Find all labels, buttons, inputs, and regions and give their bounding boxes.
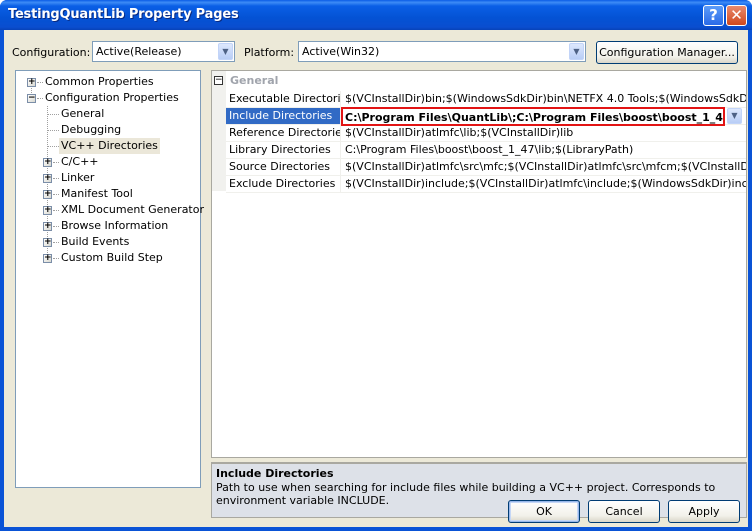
property-value[interactable]: C:\Program Files\boost\boost_1_47\lib;$(… [343,142,746,158]
chevron-down-icon[interactable]: ▼ [218,43,233,60]
configuration-manager-button[interactable]: Configuration Manager... [596,41,738,64]
tree-connector [47,146,59,147]
title-bar[interactable]: TestingQuantLib Property Pages ? ✕ [0,0,752,30]
dialog-client-area: Configuration: Active(Release) ▼ Platfor… [4,30,748,527]
configuration-label: Configuration: [12,46,91,59]
expand-icon[interactable]: + [43,174,52,183]
property-name: Include Directories [226,108,341,124]
chevron-down-icon[interactable]: ▼ [727,108,742,124]
apply-button[interactable]: Apply [668,500,740,523]
expand-icon[interactable]: + [43,206,52,215]
platform-value: Active(Win32) [302,45,380,58]
close-button[interactable]: ✕ [726,5,747,26]
property-pages-dialog: TestingQuantLib Property Pages ? ✕ Confi… [0,0,752,531]
tree-item-label: Configuration Properties [45,91,179,104]
expand-icon[interactable]: + [43,254,52,263]
tree-item-label: C/C++ [61,155,99,168]
property-tree[interactable]: + Common Properties − Configuration Prop… [15,70,204,488]
help-button[interactable]: ? [703,5,724,26]
configuration-value: Active(Release) [96,45,182,58]
property-name: Exclude Directories [226,176,341,192]
property-value[interactable]: $(VCInstallDir)bin;$(WindowsSdkDir)bin\N… [343,91,746,107]
category-label: General [230,74,279,87]
description-panel: Include Directories Path to use when sea… [211,462,747,518]
chevron-down-icon[interactable]: ▼ [569,43,584,60]
tree-item-label: General [61,107,105,120]
property-row-source-directories[interactable]: Source Directories $(VCInstallDir)atlmfc… [226,159,746,176]
property-value[interactable]: $(VCInstallDir)atlmfc\lib;$(VCInstallDir… [343,125,746,141]
expand-icon[interactable]: + [43,222,52,231]
include-directories-input[interactable]: C:\Program Files\QuantLib\;C:\Program Fi… [341,107,725,126]
tree-item-label: Manifest Tool [61,187,133,200]
tree-item-label: Browse Information [61,219,169,232]
description-title: Include Directories [216,467,334,480]
tree-connector [47,130,59,131]
help-icon: ? [709,6,718,24]
property-name: Reference Directories [226,125,341,141]
tree-item-label: Build Events [61,235,130,248]
property-value: C:\Program Files\QuantLib\;C:\Program Fi… [345,111,723,124]
collapse-icon[interactable]: − [214,76,223,85]
platform-select[interactable]: Active(Win32) ▼ [298,41,586,62]
tree-item-label: VC++ Directories [59,138,160,154]
property-value[interactable]: $(VCInstallDir)include;$(VCInstallDir)at… [343,176,746,192]
property-name: Library Directories [226,142,341,158]
property-grid: − General Executable Directories $(VCIns… [211,70,747,458]
tree-item-label: Custom Build Step [61,251,163,264]
property-value[interactable]: $(VCInstallDir)atlmfc\src\mfc;$(VCInstal… [343,159,746,175]
property-row-library-directories[interactable]: Library Directories C:\Program Files\boo… [226,142,746,159]
property-row-executable-directories[interactable]: Executable Directories $(VCInstallDir)bi… [226,91,746,108]
grid-gutter [212,71,226,191]
category-general[interactable]: − General [212,73,746,89]
expand-icon[interactable]: + [43,190,52,199]
cancel-button[interactable]: Cancel [588,500,660,523]
property-row-exclude-directories[interactable]: Exclude Directories $(VCInstallDir)inclu… [226,176,746,193]
close-icon: ✕ [730,6,743,24]
window-title: TestingQuantLib Property Pages [8,7,239,22]
collapse-icon[interactable]: − [27,94,36,103]
tree-connector [47,114,59,115]
expand-icon[interactable]: + [43,158,52,167]
expand-icon[interactable]: + [27,78,36,87]
property-row-include-directories[interactable]: Include Directories C:\Program Files\Qua… [226,107,746,126]
property-row-reference-directories[interactable]: Reference Directories $(VCInstallDir)atl… [226,125,746,142]
expand-icon[interactable]: + [43,238,52,247]
tree-item-label: Linker [61,171,95,184]
platform-label: Platform: [244,46,295,59]
tree-item-label: Common Properties [45,75,154,88]
property-name: Source Directories [226,159,341,175]
tree-item-label: Debugging [61,123,122,136]
property-name: Executable Directories [226,91,341,107]
configuration-select[interactable]: Active(Release) ▼ [92,41,235,62]
tree-item-label: XML Document Generator [61,203,204,216]
ok-button[interactable]: OK [508,500,580,523]
